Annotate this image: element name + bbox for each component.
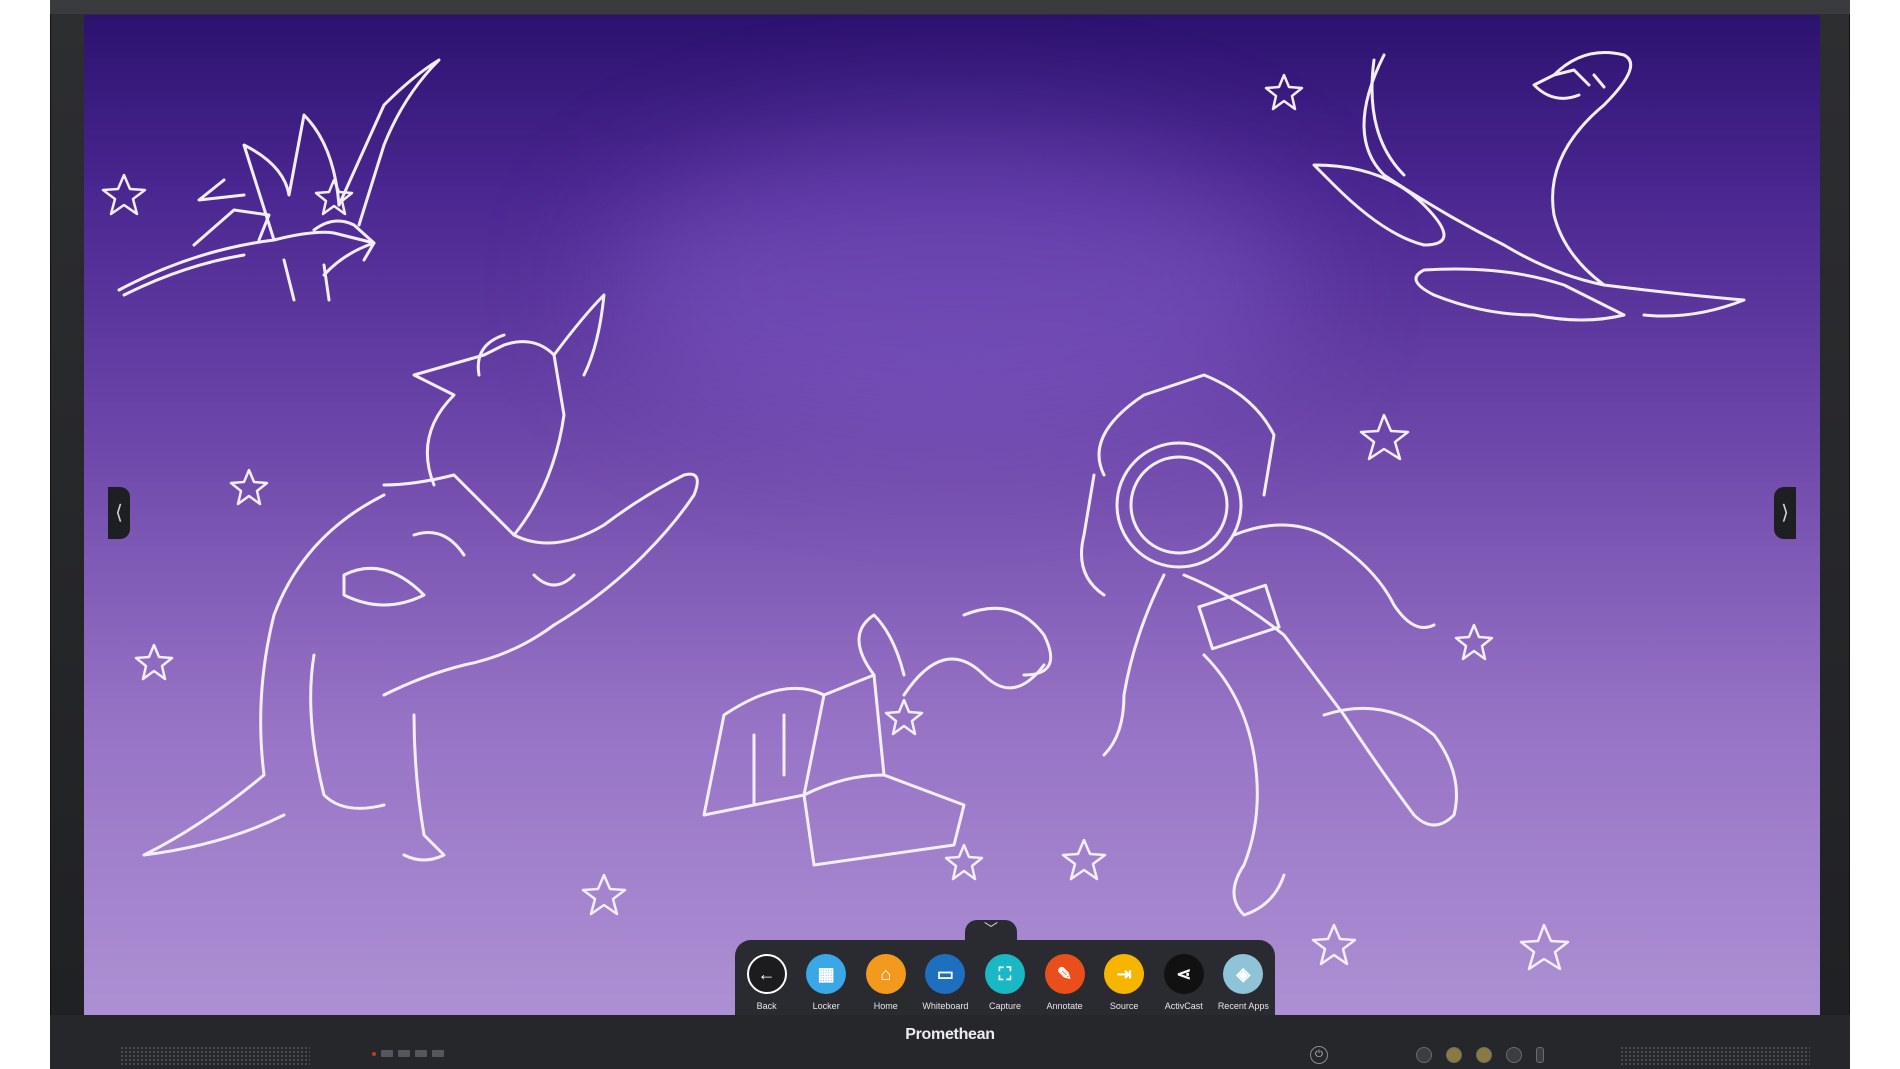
- control-button[interactable]: [1476, 1047, 1492, 1063]
- status-led: [372, 1051, 376, 1056]
- dock-item-source[interactable]: ⇥ Source: [1096, 954, 1152, 1011]
- power-icon[interactable]: ⏻: [1310, 1046, 1328, 1064]
- share-icon: ⋖: [1163, 954, 1204, 994]
- dock-item-label: Locker: [812, 1001, 840, 1011]
- dock-item-label: ActivCast: [1164, 1001, 1203, 1011]
- left-side-menu-tab[interactable]: ⟨: [108, 487, 130, 539]
- chalk-sketch-wallpaper: [101, 51, 1746, 971]
- brand-logo: Promethean: [905, 1026, 995, 1043]
- bezel-top-rim: [50, 0, 1850, 14]
- hdmi-port[interactable]: [415, 1050, 427, 1057]
- dock-item-label: Back: [756, 1001, 777, 1011]
- front-controls: ⏻: [1310, 1046, 1544, 1064]
- dock-item-home[interactable]: ⌂ Home: [858, 954, 914, 1011]
- control-button[interactable]: [1416, 1047, 1432, 1063]
- dock-item-label: Home: [873, 1001, 898, 1011]
- right-speaker-grille: [1620, 1046, 1810, 1066]
- capture-icon: ⛶: [984, 954, 1025, 994]
- chevron-right-icon: ⟩: [1781, 502, 1789, 524]
- control-button[interactable]: [1506, 1047, 1522, 1063]
- plesiosaur-sketch: [1312, 51, 1746, 322]
- chevron-left-icon: ⟨: [115, 502, 123, 524]
- pterodactyl-sketch: [117, 58, 441, 302]
- whiteboard-icon: ▭: [925, 954, 966, 994]
- right-side-menu-tab[interactable]: ⟩: [1774, 487, 1796, 539]
- back-arrow-icon: ←: [746, 954, 787, 994]
- left-speaker-grille: [120, 1046, 310, 1066]
- dock-item-back[interactable]: ← Back: [739, 954, 795, 1011]
- screen: ⟨ ⟩ ﹀ ← Back ▦ Locker ⌂ Home ▭ Whiteboar…: [84, 15, 1820, 1015]
- dock-item-recent-apps[interactable]: ◈ Recent Apps: [1215, 954, 1271, 1011]
- dock-item-label: Capture: [988, 1001, 1021, 1011]
- triceratops-sketch: [142, 293, 699, 862]
- display-bezel: ⟨ ⟩ ﹀ ← Back ▦ Locker ⌂ Home ▭ Whiteboar…: [50, 0, 1850, 1069]
- usb-port[interactable]: [398, 1050, 410, 1057]
- recent-apps-icon: ◈: [1223, 954, 1264, 994]
- usb-port[interactable]: [381, 1050, 393, 1057]
- source-icon: ⇥: [1104, 954, 1145, 994]
- dock-item-activcast[interactable]: ⋖ ActivCast: [1156, 954, 1212, 1011]
- open-book-sketch: [702, 606, 1053, 867]
- dock-item-capture[interactable]: ⛶ Capture: [977, 954, 1033, 1011]
- annotate-icon: ✎: [1044, 954, 1085, 994]
- dock-item-label: Annotate: [1046, 1001, 1083, 1011]
- control-button[interactable]: [1446, 1047, 1462, 1063]
- dock-item-label: Source: [1109, 1001, 1139, 1011]
- usb-c-port[interactable]: [432, 1050, 444, 1057]
- dock-item-label: Recent Apps: [1217, 1001, 1269, 1011]
- chevron-down-icon: ﹀: [984, 921, 998, 937]
- stars-sketch: [101, 73, 1570, 971]
- home-icon: ⌂: [865, 954, 906, 994]
- ambient-light-sensor: [1536, 1047, 1544, 1063]
- unified-menu-dock: ← Back ▦ Locker ⌂ Home ▭ Whiteboard ⛶ Ca…: [735, 940, 1275, 1015]
- locker-icon: ▦: [806, 954, 847, 994]
- dock-item-label: Whiteboard: [922, 1001, 969, 1011]
- dock-item-whiteboard[interactable]: ▭ Whiteboard: [917, 954, 973, 1011]
- dock-collapse-handle[interactable]: ﹀: [965, 920, 1017, 940]
- dock-item-locker[interactable]: ▦ Locker: [798, 954, 854, 1011]
- dock-item-annotate[interactable]: ✎ Annotate: [1037, 954, 1093, 1011]
- front-ports: [372, 1050, 444, 1057]
